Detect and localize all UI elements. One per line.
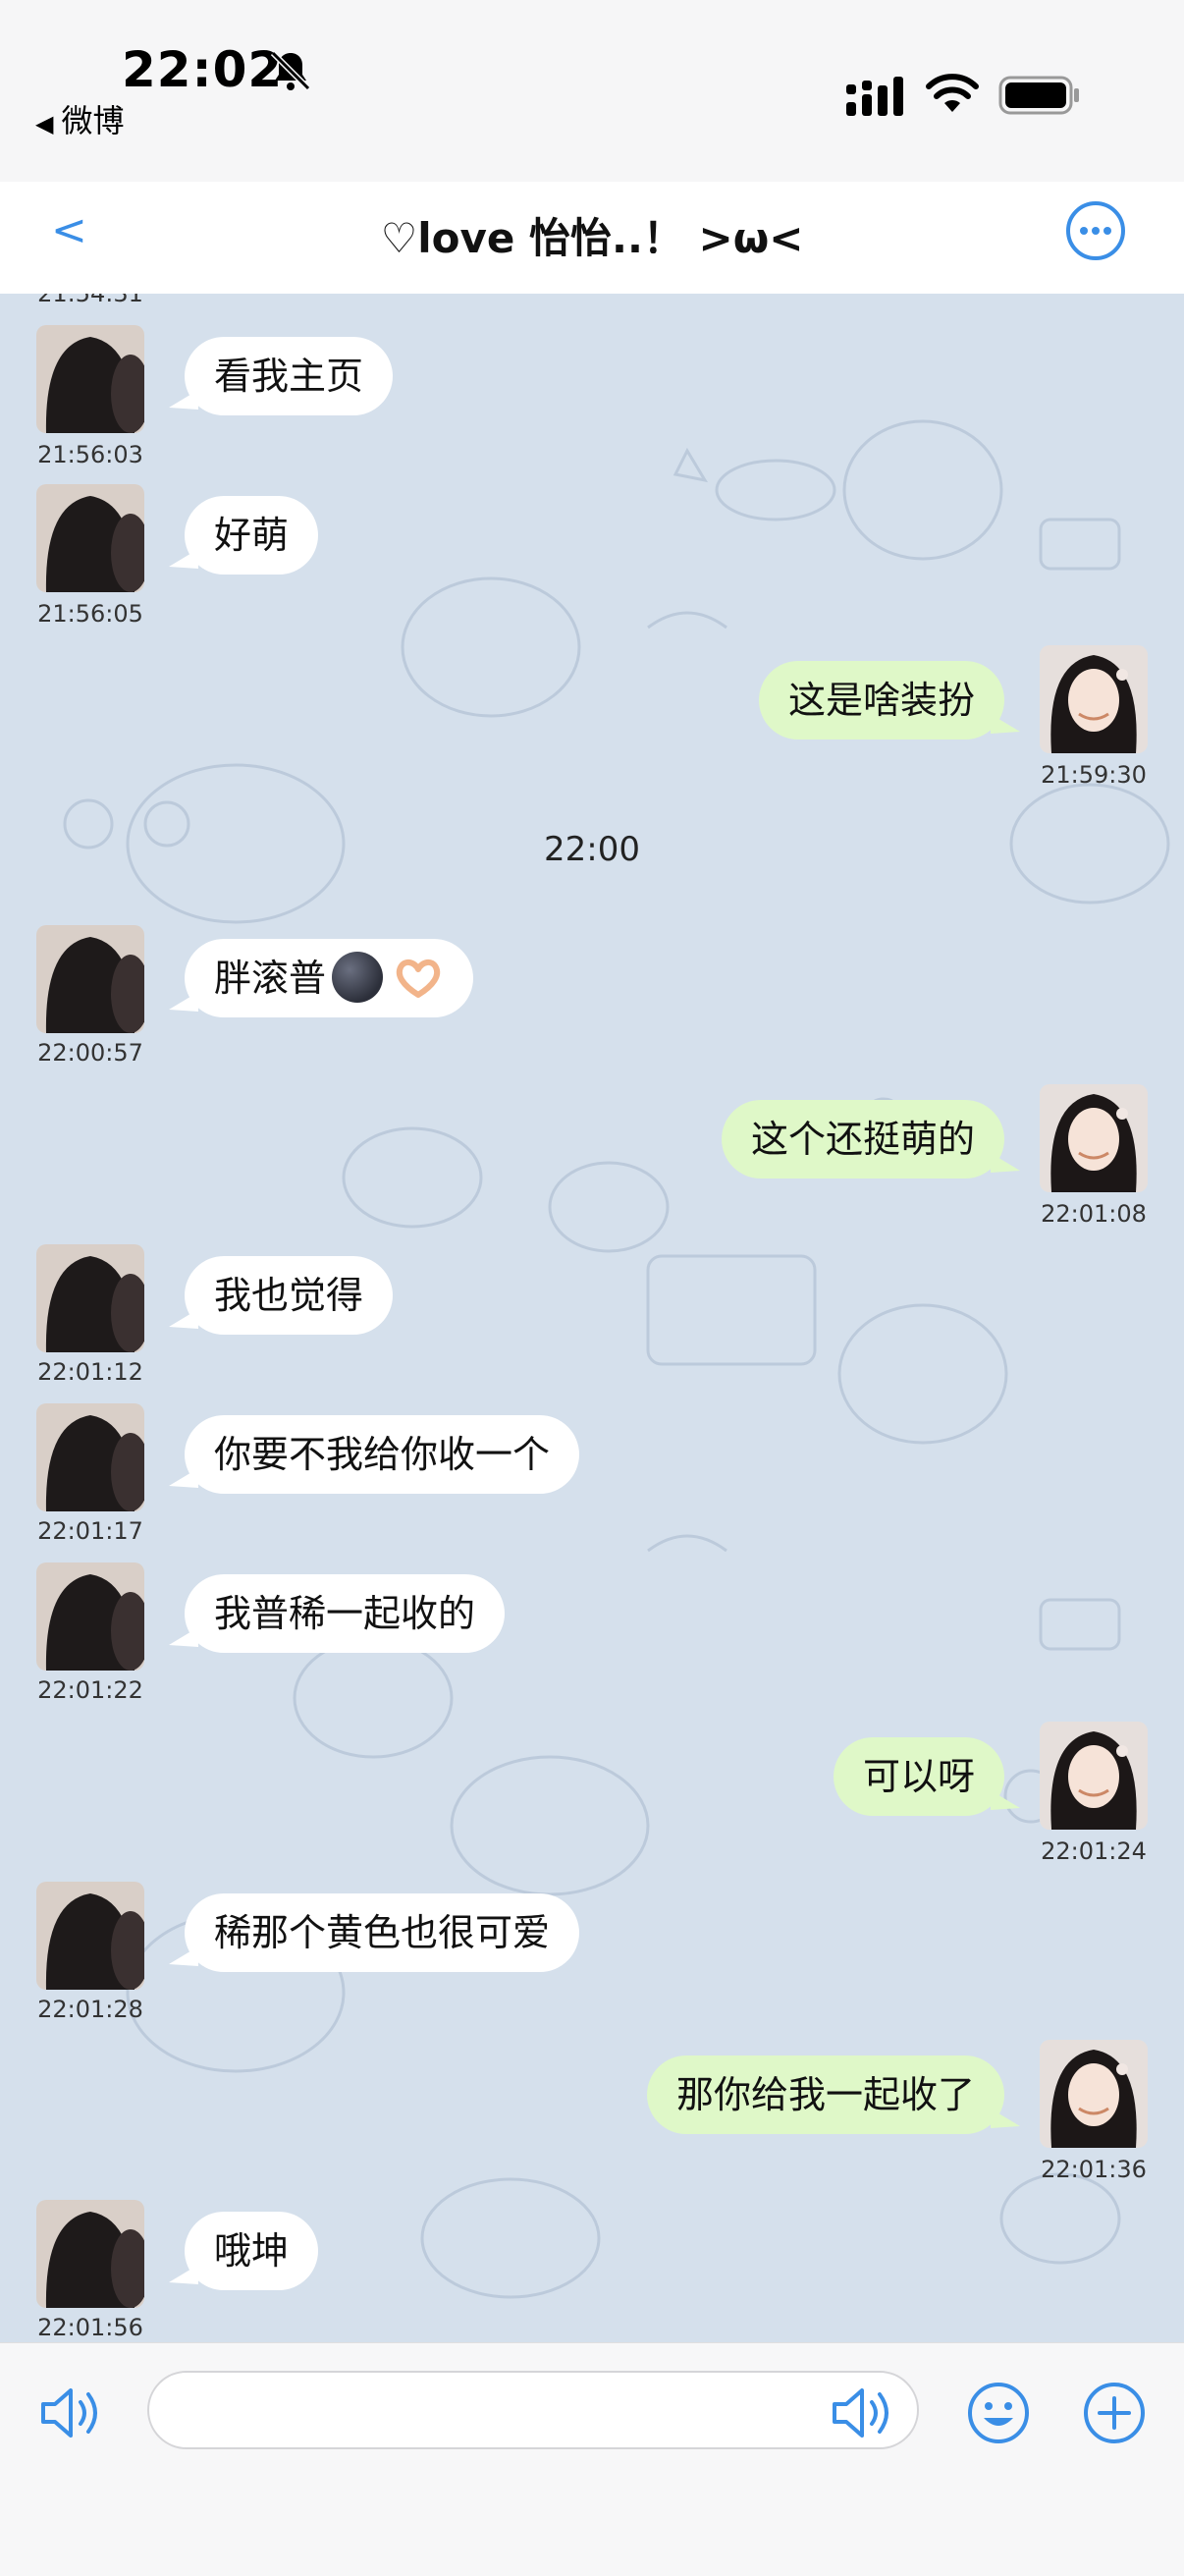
avatar[interactable] <box>1040 1084 1148 1192</box>
message-time: 22:01:12 <box>37 1358 143 1386</box>
message-time: 22:01:17 <box>37 1517 143 1545</box>
avatar[interactable] <box>1040 645 1148 753</box>
outgoing-bubble[interactable]: 可以呀 <box>833 1737 1021 1816</box>
input-bar <box>0 2342 1184 2576</box>
wifi-icon <box>926 74 979 112</box>
incoming-bubble[interactable]: 哦坤 <box>168 2212 319 2290</box>
chat-title: ♡love 怡怡..！ >ω< <box>380 214 804 262</box>
message-time: 22:01:08 <box>1041 1200 1147 1228</box>
incoming-bubble[interactable]: 我普稀一起收的 <box>168 1574 506 1653</box>
avatar[interactable] <box>36 1403 144 1511</box>
back-to-app-link[interactable]: ◀ 微博 <box>35 96 124 141</box>
outgoing-bubble[interactable]: 这个还挺萌的 <box>721 1100 1021 1178</box>
avatar[interactable] <box>36 2200 144 2308</box>
status-time: 22:02 <box>122 41 284 98</box>
incoming-bubble[interactable]: 看我主页 <box>168 337 394 415</box>
time-divider: 22:00 <box>544 830 640 869</box>
avatar[interactable] <box>36 925 144 1033</box>
emoji-icon[interactable] <box>964 2379 1033 2447</box>
status-bar: 22:02 ◀ 微博 <box>0 0 1184 182</box>
cut-off-timestamp: 21:54:31 <box>37 294 143 307</box>
incoming-bubble[interactable]: 好萌 <box>168 496 319 575</box>
message-text: 胖滚普 <box>214 957 327 1000</box>
incoming-bubble[interactable]: 胖滚普 <box>168 939 474 1017</box>
message-time: 22:00:57 <box>37 1039 143 1067</box>
back-app-label: 微博 <box>61 102 125 139</box>
message-time: 21:56:05 <box>37 600 143 628</box>
speaker-icon[interactable] <box>827 2379 895 2447</box>
avatar[interactable] <box>36 1244 144 1352</box>
avatar[interactable] <box>1040 1722 1148 1830</box>
more-icon[interactable] <box>1064 199 1127 262</box>
avatar[interactable] <box>36 325 144 433</box>
back-triangle-icon: ◀ <box>35 110 54 137</box>
battery-icon <box>998 76 1079 115</box>
signal-icon <box>846 77 903 116</box>
heart-hands-emoji-icon <box>396 959 441 998</box>
moon-emoji-icon <box>332 951 384 1003</box>
outgoing-bubble[interactable]: 这是啥装扮 <box>758 661 1021 740</box>
message-time: 21:59:30 <box>1041 761 1147 789</box>
incoming-bubble[interactable]: 你要不我给你收一个 <box>168 1415 580 1494</box>
avatar[interactable] <box>1040 2040 1148 2148</box>
outgoing-bubble[interactable]: 那你给我一起收了 <box>646 2055 1021 2134</box>
bell-slash-icon <box>270 50 311 91</box>
message-time: 21:56:03 <box>37 441 143 468</box>
message-time: 22:01:56 <box>37 2314 143 2341</box>
chat-area[interactable]: 21:54:31 看我主页 21:56:03 好萌 21:56:05 这是啥装扮… <box>0 294 1184 2342</box>
avatar[interactable] <box>36 484 144 592</box>
avatar[interactable] <box>36 1562 144 1671</box>
avatar[interactable] <box>36 1882 144 1990</box>
chat-header: < ♡love 怡怡..！ >ω< <box>0 182 1184 295</box>
voice-icon[interactable] <box>35 2379 104 2447</box>
message-time: 22:01:24 <box>1041 1837 1147 1865</box>
message-time: 22:01:28 <box>37 1996 143 2023</box>
plus-icon[interactable] <box>1080 2379 1149 2447</box>
incoming-bubble[interactable]: 稀那个黄色也很可爱 <box>168 1893 580 1972</box>
message-time: 22:01:36 <box>1041 2156 1147 2183</box>
incoming-bubble[interactable]: 我也觉得 <box>168 1256 394 1335</box>
message-input[interactable] <box>147 2371 919 2449</box>
message-time: 22:01:22 <box>37 1676 143 1704</box>
